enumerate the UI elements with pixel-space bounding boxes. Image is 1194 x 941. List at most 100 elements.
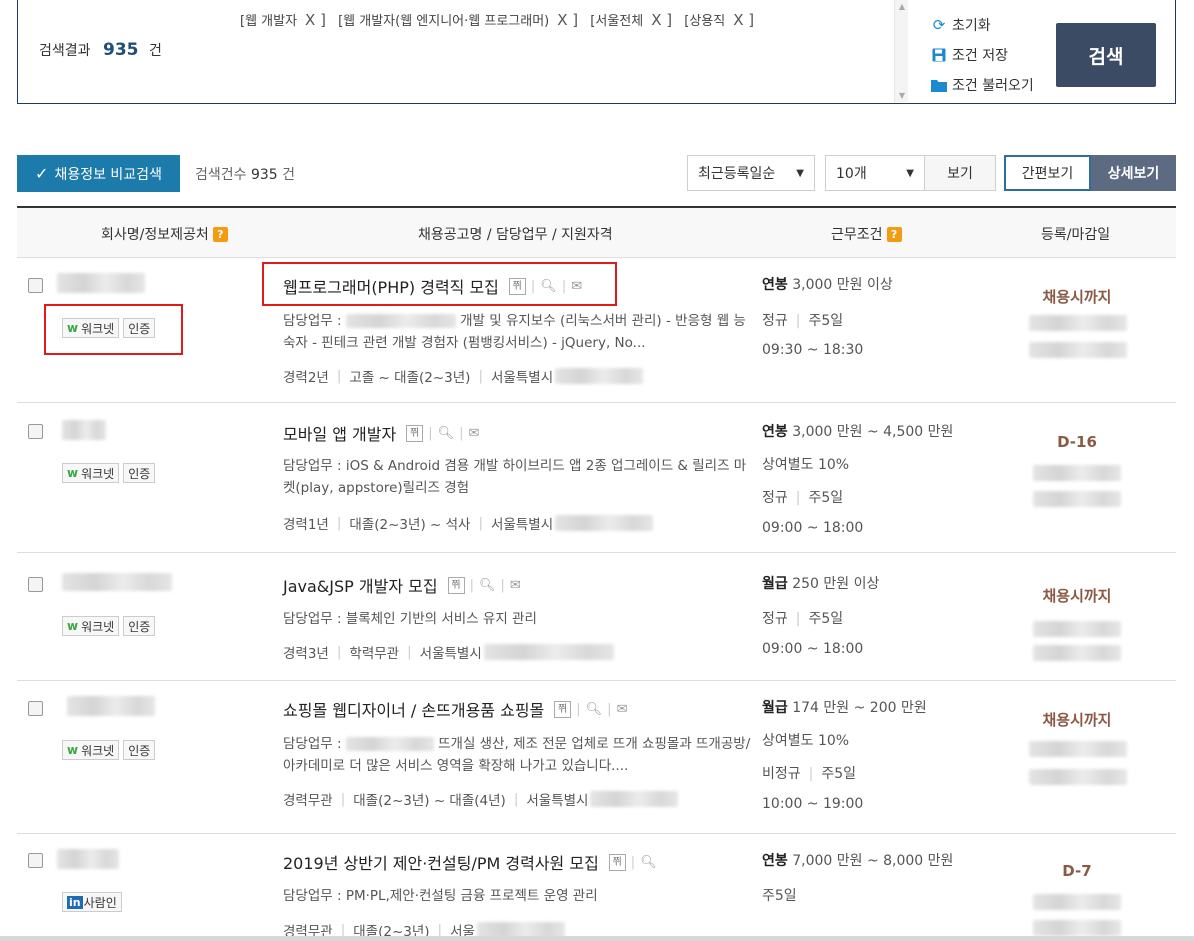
remove-tag-icon[interactable]: X ] bbox=[557, 11, 578, 29]
certified-badge: 인증 bbox=[123, 616, 156, 636]
worknet-logo-icon: w bbox=[67, 619, 79, 633]
page-size-value: 10개 bbox=[836, 166, 867, 182]
compare-search-label: 채용정보 비교검색 bbox=[54, 166, 162, 183]
company-name-redacted bbox=[67, 696, 155, 716]
magnifier-icon[interactable]: 🔍︎ bbox=[586, 702, 603, 717]
sort-select[interactable]: 최근등록일순 ▼ bbox=[687, 155, 815, 191]
redacted-text bbox=[483, 644, 614, 660]
worknet-badge[interactable]: w 워크넷 bbox=[62, 740, 120, 760]
experience: 경력무관 bbox=[283, 793, 333, 809]
row-checkbox[interactable] bbox=[28, 424, 43, 439]
row-checkbox[interactable] bbox=[28, 853, 43, 868]
saramin-logo-icon: in bbox=[67, 895, 83, 909]
detail-view-toggle[interactable]: 상세보기 bbox=[1091, 155, 1176, 191]
help-icon[interactable]: ? bbox=[212, 226, 228, 242]
search-count-unit: 건 bbox=[282, 167, 296, 183]
date-redacted bbox=[1029, 342, 1127, 358]
scrap-icon[interactable]: 쮜 bbox=[447, 576, 465, 594]
worknet-badge[interactable]: w 워크넷 bbox=[62, 616, 120, 636]
salary: 월급 174 만원 ~ 200 만원 bbox=[762, 697, 927, 717]
folder-icon bbox=[931, 77, 947, 93]
date-redacted bbox=[1033, 621, 1121, 637]
search-count-value: 935 bbox=[250, 167, 278, 183]
pay-amount: 7,000 만원 ~ 8,000 만원 bbox=[792, 853, 954, 869]
job-actions: 쮜 | 🔍︎ | ✉ bbox=[554, 700, 628, 718]
result-count-label: 검색결과 bbox=[39, 43, 91, 59]
row-checkbox[interactable] bbox=[28, 278, 43, 293]
job-meta: 경력2년 | 고졸 ~ 대졸(2~3년) | 서울특별시 bbox=[283, 366, 644, 386]
magnifier-icon[interactable]: 🔍︎ bbox=[438, 426, 455, 441]
condition-tools: ⟳ 초기화 조건 저장 조건 불러오기 bbox=[931, 12, 1034, 102]
job-title-link[interactable]: 쇼핑몰 웹디자이너 / 손뜨개용품 쇼핑몰 bbox=[283, 697, 544, 721]
magnifier-icon[interactable]: 🔍︎ bbox=[479, 578, 496, 593]
page-size-select[interactable]: 10개 ▼ bbox=[825, 155, 925, 191]
salary: 연봉 3,000 만원 ~ 4,500 만원 bbox=[762, 421, 953, 441]
saramin-badge[interactable]: in 사람인 bbox=[62, 892, 122, 912]
date-redacted bbox=[1029, 315, 1127, 331]
search-count-label: 검색건수 bbox=[195, 167, 247, 183]
highlight-box-title bbox=[262, 262, 617, 306]
pay-type: 월급 bbox=[762, 700, 788, 716]
education: 대졸(2~3년) ~ 대졸(4년) bbox=[353, 793, 506, 809]
tag-scrollbar[interactable]: ▲ ▼ bbox=[894, 0, 908, 102]
results-table-header: 회사명/정보제공처? 채용공고명 / 담당업무 / 지원자격 근무조건? 등록/… bbox=[17, 206, 1176, 258]
simple-view-toggle[interactable]: 간편보기 bbox=[1004, 155, 1091, 191]
education: 학력무관 bbox=[349, 646, 400, 662]
employment-info: 비정규 | 주5일 bbox=[762, 766, 857, 782]
duty-text: 블록체인 기반의 서비스 유지 관리 bbox=[345, 611, 537, 627]
envelope-icon[interactable]: ✉ bbox=[617, 702, 628, 717]
date-redacted bbox=[1033, 645, 1121, 661]
scroll-up-icon[interactable]: ▲ bbox=[897, 2, 907, 11]
source-badges: w 워크넷 인증 bbox=[62, 740, 156, 760]
envelope-icon[interactable]: ✉ bbox=[510, 578, 521, 593]
work-hours: 09:00 ~ 18:00 bbox=[762, 641, 864, 657]
employment-info: 정규 | 주5일 bbox=[762, 490, 844, 506]
save-condition-button[interactable]: 조건 저장 bbox=[931, 42, 1034, 68]
search-tag-label: [서울전체 bbox=[590, 14, 644, 29]
employment-type: 정규 bbox=[762, 313, 788, 329]
view-button[interactable]: 보기 bbox=[924, 155, 996, 191]
job-title-link[interactable]: 모바일 앱 개발자 bbox=[283, 421, 396, 445]
scroll-down-icon[interactable]: ▼ bbox=[897, 91, 907, 100]
search-tag: [웹 개발자 X ] bbox=[240, 10, 326, 29]
location: 서울특별시 bbox=[526, 793, 589, 809]
row-checkbox[interactable] bbox=[28, 577, 43, 592]
sort-select-value: 최근등록일순 bbox=[698, 166, 776, 182]
scrap-icon[interactable]: 쮜 bbox=[554, 700, 572, 718]
load-condition-button[interactable]: 조건 불러오기 bbox=[931, 72, 1034, 98]
scrap-icon[interactable]: 쮜 bbox=[406, 424, 424, 442]
experience: 경력1년 bbox=[283, 517, 329, 533]
search-count: 검색건수 935 건 bbox=[195, 164, 295, 184]
magnifier-icon[interactable]: 🔍︎ bbox=[640, 855, 657, 870]
company-name-redacted bbox=[57, 273, 145, 293]
row-checkbox[interactable] bbox=[28, 701, 43, 716]
certified-badge: 인증 bbox=[123, 463, 156, 483]
worknet-badge[interactable]: w 워크넷 bbox=[62, 463, 120, 483]
job-title-link[interactable]: 2019년 상반기 제안·컨설팅/PM 경력사원 모집 bbox=[283, 850, 599, 874]
job-meta: 경력1년 | 대졸(2~3년) ~ 석사 | 서울특별시 bbox=[283, 513, 654, 533]
remove-tag-icon[interactable]: X ] bbox=[305, 11, 326, 29]
work-hours: 09:00 ~ 18:00 bbox=[762, 520, 864, 536]
worknet-logo-icon: w bbox=[67, 466, 79, 480]
job-title-link[interactable]: Java&JSP 개발자 모집 bbox=[283, 573, 438, 597]
date-redacted bbox=[1033, 465, 1121, 481]
job-title-line: Java&JSP 개발자 모집 쮜 | 🔍︎ | ✉ bbox=[283, 573, 521, 597]
scrap-icon[interactable]: 쮜 bbox=[608, 853, 626, 871]
source-badges: in 사람인 bbox=[62, 892, 122, 912]
workweek: 주5일 bbox=[762, 888, 797, 904]
envelope-icon[interactable]: ✉ bbox=[469, 426, 480, 441]
search-button[interactable]: 검색 bbox=[1056, 23, 1156, 87]
remove-tag-icon[interactable]: X ] bbox=[651, 11, 672, 29]
search-tag-label: [웹 개발자(웹 엔지니어·웹 프로그래머) bbox=[338, 14, 550, 29]
pay-amount: 174 만원 ~ 200 만원 bbox=[792, 700, 927, 716]
workweek: 주5일 bbox=[808, 490, 844, 506]
reset-button[interactable]: ⟳ 초기화 bbox=[931, 12, 1034, 38]
remove-tag-icon[interactable]: X ] bbox=[733, 11, 754, 29]
education: 대졸(2~3년) ~ 석사 bbox=[349, 517, 471, 533]
employment-type: 정규 bbox=[762, 611, 788, 627]
compare-search-button[interactable]: ✓ 채용정보 비교검색 bbox=[17, 155, 180, 192]
bottom-border bbox=[0, 936, 1194, 941]
company-name-redacted bbox=[57, 849, 119, 869]
refresh-icon: ⟳ bbox=[932, 16, 946, 34]
help-icon[interactable]: ? bbox=[886, 226, 902, 242]
